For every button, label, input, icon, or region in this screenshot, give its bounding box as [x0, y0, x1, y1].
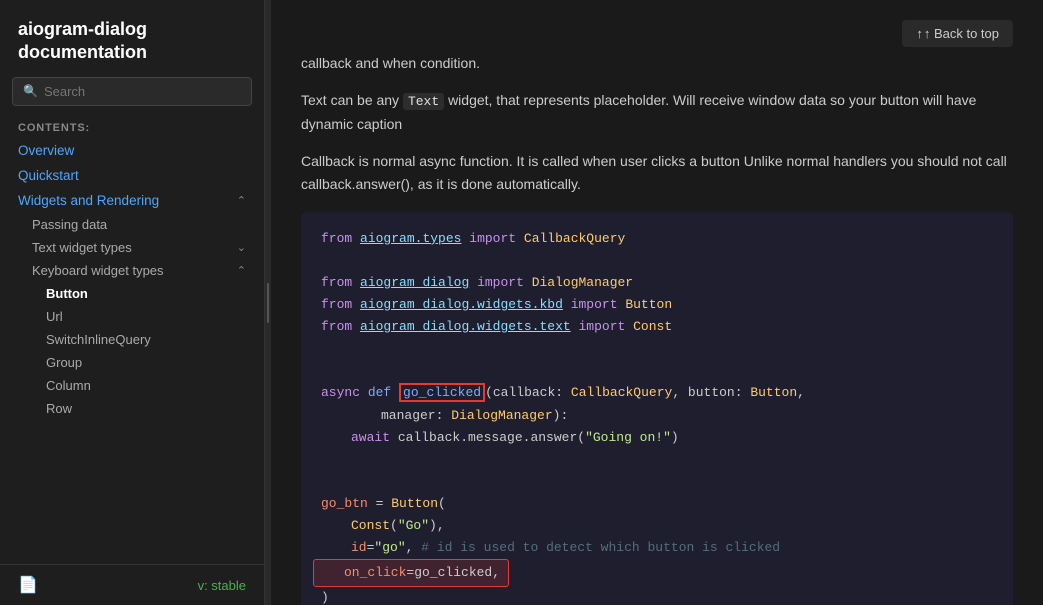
prose-para-3: Callback is normal async function. It is… [301, 150, 1013, 196]
back-to-top-button[interactable]: ↑ ↑ Back to top [902, 20, 1013, 47]
sidebar-title: aiogram-dialogdocumentation [0, 0, 264, 77]
arrow-up-icon: ↑ [916, 26, 923, 41]
sidebar-item-switchinlinequery[interactable]: SwitchInlineQuery [0, 328, 264, 351]
sidebar-footer: 📄 v: stable [0, 564, 264, 605]
sidebar-item-button[interactable]: Button [0, 282, 264, 305]
code-line-assign: go_btn = Button( [321, 493, 993, 515]
code-line-const: Const("Go"), [321, 515, 993, 537]
prose-para-1: callback and when condition. [301, 52, 1013, 75]
sidebar-item-column[interactable]: Column [0, 374, 264, 397]
code-line-id: id="go", # id is used to detect which bu… [321, 537, 993, 559]
search-box[interactable]: 🔍 [12, 77, 252, 106]
chevron-up-icon: ⌃ [237, 194, 246, 207]
sidebar-version-label: v: stable [198, 578, 246, 593]
code-line-blank-3 [321, 360, 993, 382]
sidebar-item-overview[interactable]: Overview [0, 138, 264, 163]
code-line-blank-1 [321, 250, 993, 272]
code-line-1: from aiogram.types import CallbackQuery [321, 228, 993, 250]
text-inline-code: Text [403, 93, 444, 110]
sidebar-item-text-widget-types[interactable]: Text widget types ⌄ [0, 236, 264, 259]
code-line-3: from aiogram_dialog import DialogManager [321, 272, 993, 294]
nav-list: Overview Quickstart Widgets and Renderin… [0, 138, 264, 564]
chevron-up-icon-kbd: ⌃ [237, 264, 246, 277]
search-icon: 🔍 [23, 84, 38, 98]
code-line-5: from aiogram_dialog.widgets.text import … [321, 316, 993, 338]
main-content: ↑ ↑ Back to top callback and when condit… [271, 0, 1043, 605]
contents-label: CONTENTS: [0, 116, 264, 138]
code-line-blank-2 [321, 338, 993, 360]
sidebar-item-url[interactable]: Url [0, 305, 264, 328]
sidebar-item-group[interactable]: Group [0, 351, 264, 374]
code-line-close: ) [321, 587, 993, 605]
code-line-onclick: on_click=go_clicked, [313, 559, 509, 587]
book-icon: 📄 [18, 575, 38, 595]
prose-section: callback and when condition. Text can be… [301, 52, 1013, 196]
code-line-blank-4 [321, 449, 993, 471]
code-line-async-def: async def go_clicked(callback: CallbackQ… [321, 382, 993, 404]
code-line-blank-5 [321, 471, 993, 493]
sidebar-item-widgets-rendering-label: Widgets and Rendering [18, 193, 159, 208]
back-to-top-label: ↑ Back to top [924, 26, 999, 41]
prose-para-2: Text can be any Text widget, that repres… [301, 89, 1013, 136]
sidebar-item-passing-data[interactable]: Passing data [0, 213, 264, 236]
sidebar-item-quickstart[interactable]: Quickstart [0, 163, 264, 188]
sidebar-item-row[interactable]: Row [0, 397, 264, 420]
sidebar-item-widgets-rendering[interactable]: Widgets and Rendering ⌃ [0, 188, 264, 213]
code-line-4: from aiogram_dialog.widgets.kbd import B… [321, 294, 993, 316]
back-to-top-bar: ↑ ↑ Back to top [301, 10, 1013, 52]
sidebar-item-keyboard-widget-types[interactable]: Keyboard widget types ⌃ [0, 259, 264, 282]
search-input[interactable] [44, 84, 241, 99]
code-block: from aiogram.types import CallbackQuery … [301, 212, 1013, 605]
code-line-await: await callback.message.answer("Going on!… [321, 427, 993, 449]
sidebar: aiogram-dialogdocumentation 🔍 CONTENTS: … [0, 0, 265, 605]
content-area: ↑ ↑ Back to top callback and when condit… [271, 0, 1043, 605]
code-line-params: manager: DialogManager): [321, 405, 993, 427]
chevron-down-icon: ⌄ [237, 241, 246, 254]
